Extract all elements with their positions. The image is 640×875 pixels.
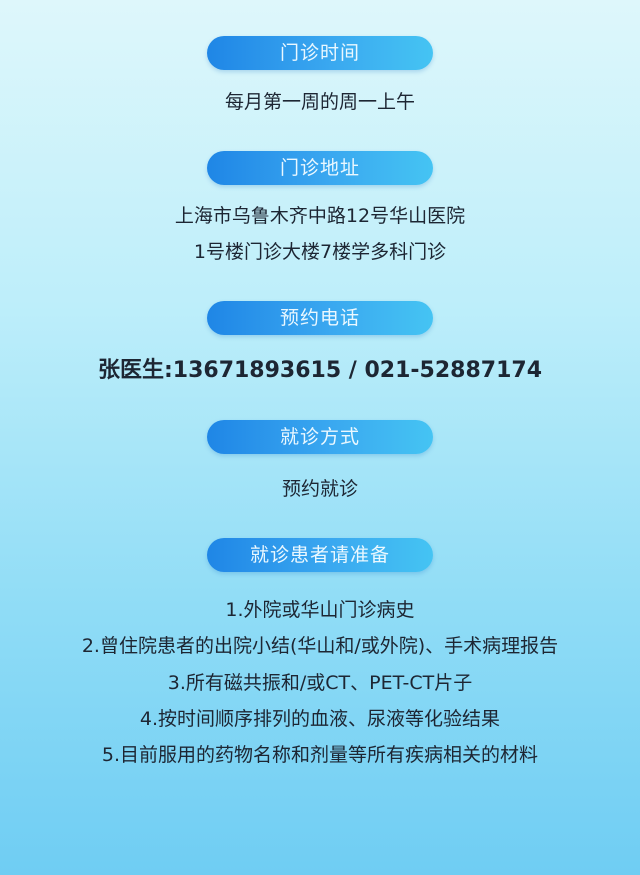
section-header-preparation: 就诊患者请准备: [207, 538, 433, 572]
preparation-item: 3.所有磁共振和/或CT、PET-CT片子: [167, 672, 473, 694]
section-header-clinic-address: 门诊地址: [207, 151, 433, 185]
section-header-clinic-time: 门诊时间: [207, 36, 433, 70]
phone-text: 张医生:13671893615 / 021-52887174: [97, 358, 543, 383]
clinic-address-line-2: 1号楼门诊大楼7楼学多科门诊: [193, 241, 447, 263]
preparation-item: 5.目前服用的药物名称和剂量等所有疾病相关的材料: [101, 744, 539, 766]
clinic-time-text: 每月第一周的周一上午: [224, 91, 415, 113]
preparation-item: 1.外院或华山门诊病史: [225, 599, 415, 621]
clinic-address-line-1: 上海市乌鲁木齐中路12号华山医院: [174, 205, 466, 227]
visit-method-text: 预约就诊: [281, 478, 358, 500]
preparation-item: 4.按时间顺序排列的血液、尿液等化验结果: [139, 708, 501, 730]
preparation-item: 2.曾住院患者的出院小结(华山和/或外院)、手术病理报告: [81, 635, 559, 657]
section-header-visit-method: 就诊方式: [207, 420, 433, 454]
section-header-phone: 预约电话: [207, 301, 433, 335]
